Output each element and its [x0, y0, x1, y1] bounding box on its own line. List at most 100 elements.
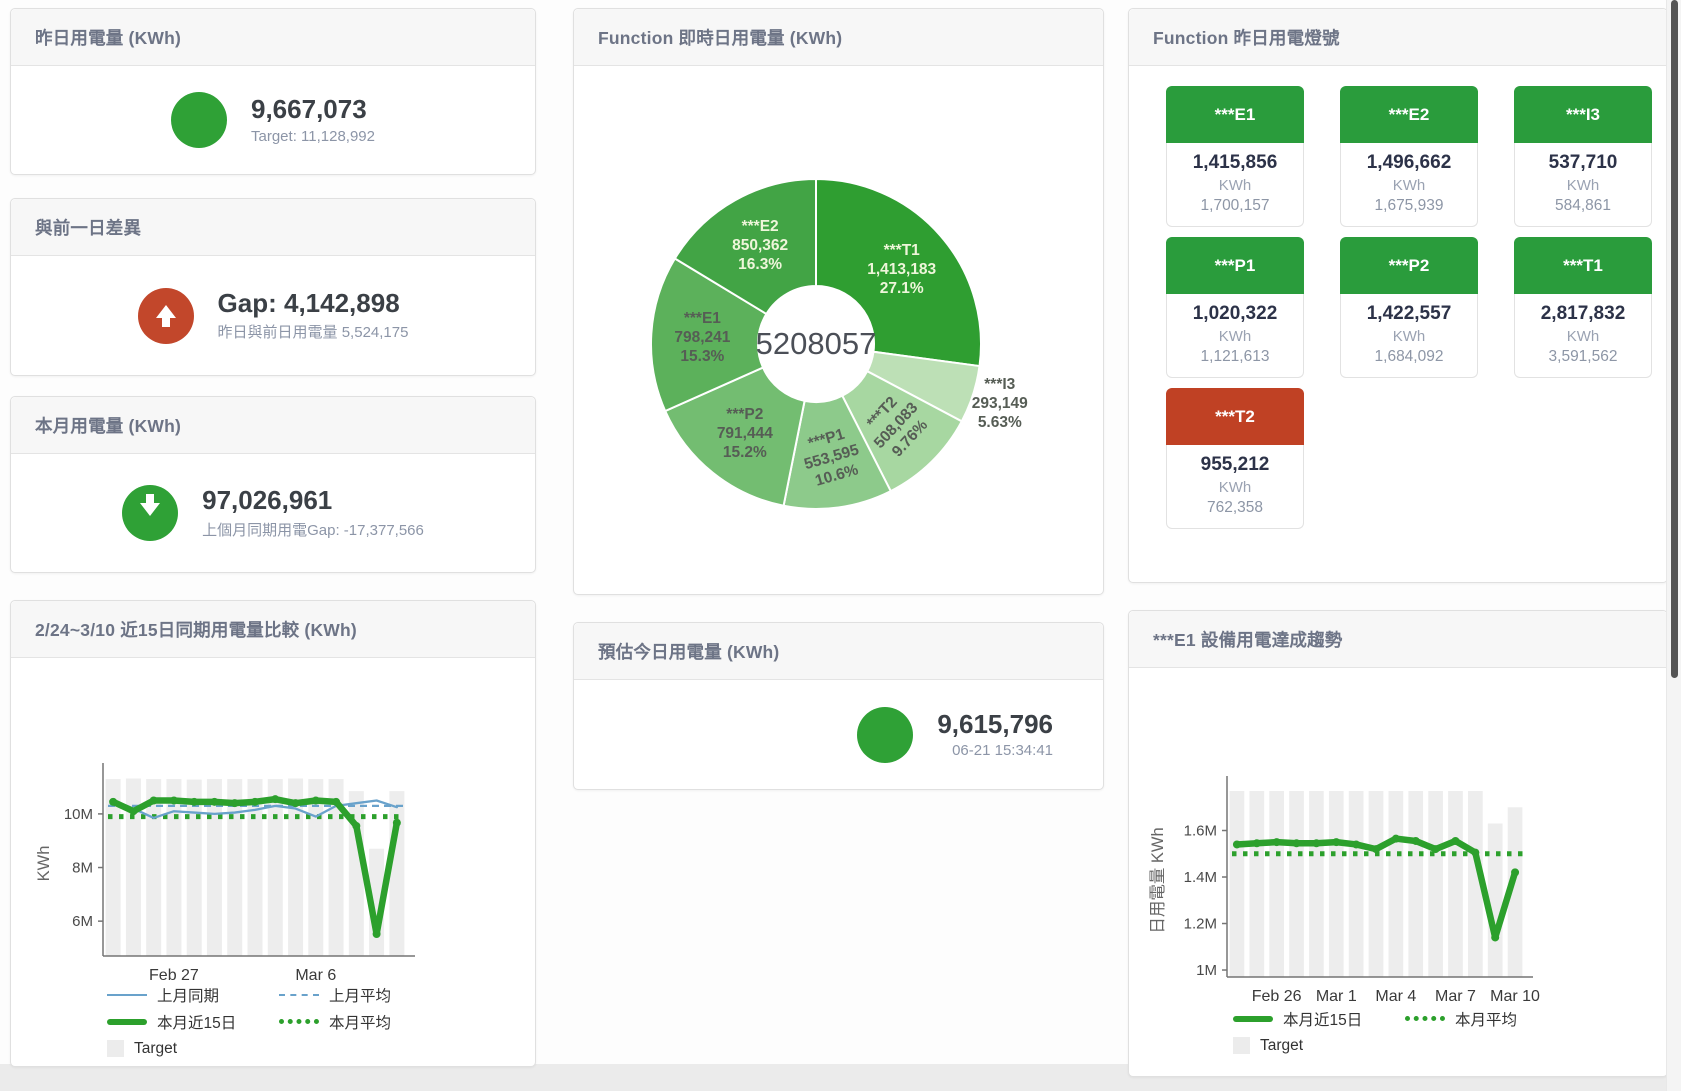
lamp-tile-body: 1,422,557 KWh 1,684,092 — [1340, 294, 1478, 378]
lamp-tile-unit: KWh — [1345, 328, 1473, 345]
card-title: 2/24~3/10 近15日同期用電量比較 (KWh) — [11, 601, 535, 658]
lamp-tile-target: 1,684,092 — [1345, 348, 1473, 366]
target-swatch-icon — [1233, 1037, 1250, 1054]
lamp-tile-P1: ***P11,020,322KWh1,121,613 — [1166, 237, 1304, 378]
dashboard-page: { "cards": { "yesterday": { "title": "昨日… — [0, 0, 1681, 1091]
legend-label: 本月近15日 — [157, 1011, 236, 1033]
target-bar — [1448, 791, 1463, 977]
lamp-tile-value: 1,496,662 — [1345, 152, 1473, 174]
lamp-tile-value: 1,415,856 — [1171, 152, 1299, 174]
vertical-scrollbar[interactable] — [1666, 0, 1681, 1091]
day-gap-value: Gap: 4,142,898 — [218, 289, 409, 319]
lamp-tile-E1: ***E11,415,856KWh1,700,157 — [1166, 86, 1304, 227]
lamp-tile-target: 1,700,157 — [1171, 197, 1299, 215]
svg-text:KWh: KWh — [35, 846, 53, 882]
green-thick-swatch-icon — [1233, 1016, 1273, 1022]
lamp-tile-unit: KWh — [1519, 177, 1647, 194]
svg-text:1M: 1M — [1196, 962, 1217, 979]
legend-row: Target — [1233, 1034, 1517, 1057]
legend-row: 本月近15日 本月平均 — [1233, 1007, 1517, 1030]
estimate-value: 9,615,796 — [937, 710, 1053, 740]
target-bar — [1488, 824, 1503, 977]
scrollbar-thumb[interactable] — [1671, 0, 1678, 678]
estimate-timestamp: 06-21 15:34:41 — [937, 742, 1053, 759]
lamp-tile-target: 3,591,562 — [1519, 348, 1647, 366]
lamp-tile-unit: KWh — [1171, 328, 1299, 345]
target-bar — [1269, 791, 1284, 977]
card-yesterday-usage: 昨日用電量 (KWh) 9,667,073 Target: 11,128,992 — [10, 8, 536, 175]
comparison-chart-legend: 上月同期 上月平均本月近15日本月平均 Target — [107, 983, 391, 1060]
lamp-tile-header: ***T2 — [1166, 388, 1304, 445]
yesterday-usage-value: 9,667,073 — [251, 95, 375, 125]
target-bar — [1369, 791, 1384, 977]
legend-row: 上月同期 上月平均 — [107, 983, 391, 1006]
lamp-tile-header: ***T1 — [1514, 237, 1652, 294]
legend-item: Target — [107, 1040, 279, 1058]
svg-text:Mar 4: Mar 4 — [1375, 988, 1416, 1005]
donut-label-I3: ***I3293,1495.63% — [972, 376, 1028, 431]
target-swatch-icon — [107, 1040, 124, 1057]
legend-row: 本月近15日本月平均 — [107, 1010, 391, 1033]
status-green-circle-icon — [171, 92, 227, 148]
svg-text:日用電量 KWh: 日用電量 KWh — [1149, 827, 1167, 933]
green-thick-swatch-icon — [107, 1019, 147, 1025]
svg-text:Feb 26: Feb 26 — [1252, 988, 1302, 1005]
legend-label: 本月近15日 — [1283, 1008, 1362, 1030]
svg-text:8M: 8M — [72, 860, 93, 877]
lamp-tile-value: 2,817,832 — [1519, 303, 1647, 325]
arrow-down-icon — [122, 485, 178, 541]
svg-text:1.6M: 1.6M — [1184, 823, 1217, 840]
card-15day-comparison-chart: 2/24~3/10 近15日同期用電量比較 (KWh) 6M8M10MFeb 2… — [10, 600, 536, 1067]
svg-text:1.4M: 1.4M — [1184, 869, 1217, 886]
lamp-tile-header: ***P2 — [1340, 237, 1478, 294]
arrow-up-icon — [138, 288, 194, 344]
blue-solid-swatch-icon — [107, 994, 147, 996]
lamp-tile-value: 1,422,557 — [1345, 303, 1473, 325]
target-bar — [1428, 791, 1443, 977]
svg-text:Mar 10: Mar 10 — [1490, 988, 1540, 1005]
legend-label: 本月平均 — [1455, 1008, 1517, 1030]
legend-label: Target — [1260, 1037, 1303, 1055]
lamp-tile-header: ***P1 — [1166, 237, 1304, 294]
lamp-tile-I3: ***I3537,710KWh584,861 — [1514, 86, 1652, 227]
trend-chart-legend: 本月近15日 本月平均 Target — [1233, 1007, 1517, 1057]
blue-dashed-swatch-icon — [279, 994, 319, 996]
lamp-tile-body: 1,020,322KWh1,121,613 — [1166, 294, 1304, 378]
day-gap-subtitle: 昨日與前日用電量 5,524,175 — [218, 321, 409, 342]
lamp-tile-unit: KWh — [1345, 177, 1473, 194]
card-day-gap: 與前一日差異 Gap: 4,142,898 昨日與前日用電量 5,524,175 — [10, 198, 536, 376]
lamp-tile-body: 1,496,662 KWh 1,675,939 — [1340, 143, 1478, 227]
lamp-tile-E2: ***E21,496,662KWh1,675,939 — [1340, 86, 1478, 227]
lamp-tile-header: ***I3 — [1514, 86, 1652, 143]
lamp-tile-body: 1,415,856KWh1,700,157 — [1166, 143, 1304, 227]
lamp-tile-target: 1,121,613 — [1171, 348, 1299, 366]
month-usage-value: 97,026,961 — [202, 486, 424, 516]
svg-text:6M: 6M — [72, 913, 93, 930]
legend-item: Target — [1233, 1037, 1405, 1055]
legend-item: 本月近15日 — [107, 1011, 279, 1033]
target-bar — [1389, 791, 1404, 977]
target-bar — [1289, 791, 1304, 977]
lamp-tile-body: 955,212 KWh 762,358 — [1166, 445, 1304, 529]
card-title: 預估今日用電量 (KWh) — [574, 623, 1103, 680]
lamp-tile-header: ***E1 — [1166, 86, 1304, 143]
card-e1-trend-chart: ***E1 設備用電達成趨勢 1M1.2M1.4M1.6MFeb 26Mar 1… — [1128, 610, 1668, 1077]
green-dotted-swatch-icon — [1405, 1016, 1445, 1021]
target-bar — [1249, 791, 1264, 977]
legend-label: 上月平均 — [329, 984, 391, 1006]
lamp-tile-T2: ***T2 955,212 KWh 762,358 — [1166, 388, 1304, 529]
status-green-circle-icon — [857, 707, 913, 763]
legend-item: 上月同期 — [107, 984, 279, 1006]
card-title: Function 即時日用電量 (KWh) — [574, 9, 1103, 66]
donut-chart: ***T11,413,18327.1%***I3293,1495.63%***T… — [574, 66, 1105, 596]
legend-item: 本月近15日 — [1233, 1008, 1405, 1030]
legend-row: Target — [107, 1037, 391, 1060]
lamp-tile-value: 955,212 — [1171, 454, 1299, 476]
lamp-tile-target: 1,675,939 — [1345, 197, 1473, 215]
lamp-tile-target: 762,358 — [1171, 499, 1299, 517]
card-title: Function 昨日用電燈號 — [1129, 9, 1667, 66]
lamp-tile-unit: KWh — [1171, 479, 1299, 496]
green-dotted-swatch-icon — [279, 1019, 319, 1024]
card-month-usage: 本月用電量 (KWh) 97,026,961 上個月同期用電Gap: -17,3… — [10, 396, 536, 573]
lamp-tile-T1: ***T12,817,832KWh3,591,562 — [1514, 237, 1652, 378]
